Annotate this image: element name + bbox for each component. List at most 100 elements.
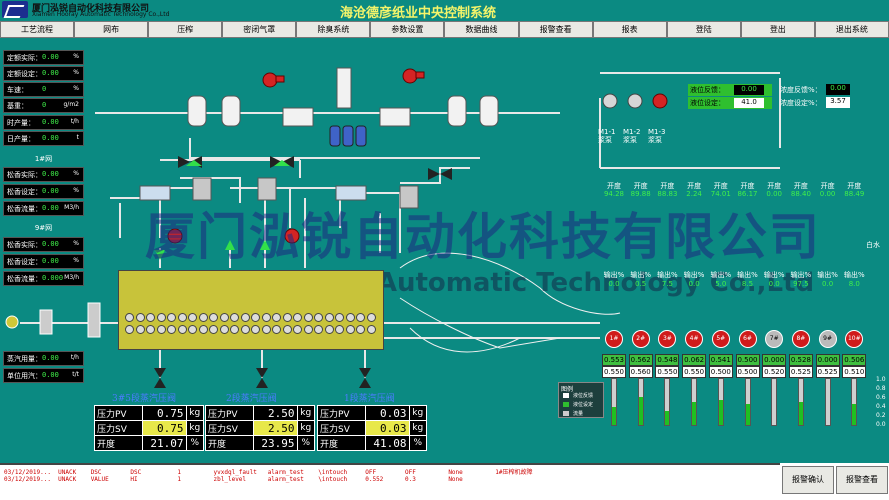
nav-deodor[interactable]: 除臭系统	[296, 21, 371, 38]
drier-roll	[125, 313, 134, 322]
level-bar-fill	[692, 402, 697, 425]
sv-input[interactable]: 0.510	[842, 366, 867, 378]
pv-value: 0.75	[141, 405, 187, 421]
dosing-pump-button[interactable]: 8#	[791, 330, 810, 348]
company-logo	[2, 1, 28, 18]
nav-wire[interactable]: 网布	[74, 21, 149, 38]
level-feedback-label: 液位反馈：	[690, 86, 725, 94]
drier-roll	[177, 325, 187, 334]
sv-input[interactable]: 0.500	[708, 366, 733, 378]
pv-value: 2.50	[252, 405, 298, 421]
scale-label: 0.8	[876, 385, 886, 392]
sv-input[interactable]: 0.550	[682, 366, 707, 378]
nav-reports[interactable]: 报表	[592, 21, 667, 38]
open-label: 开度	[94, 435, 143, 451]
open-value: 89.88	[630, 190, 651, 198]
main-nav: 工艺流程 网布 压榨 密闭气罩 除臭系统 参数设置 数据曲线 报警查看 报表 登…	[0, 21, 889, 38]
scale-label: 0.2	[876, 412, 886, 419]
sv-input[interactable]: 0.03	[364, 420, 410, 436]
open-value: 41.08	[364, 435, 410, 451]
open-value: 0.00	[766, 190, 782, 198]
sv-input[interactable]: 0.520	[762, 366, 787, 378]
sv-input[interactable]: 0.500	[735, 366, 760, 378]
nav-logout[interactable]: 登出	[740, 21, 815, 38]
pressure-table: 压力PV 0.03 kg 压力SV 0.03 kg 开度 41.08%	[317, 405, 428, 451]
dosing-pump-button[interactable]: 4#	[685, 330, 704, 348]
nav-exit[interactable]: 退出系统	[814, 21, 889, 38]
level-bar	[744, 378, 751, 426]
drier-roll	[177, 313, 187, 322]
pv-value: 0.548	[655, 354, 680, 366]
drier-roll	[282, 313, 292, 322]
drier-section	[118, 270, 384, 350]
drier-roll	[135, 325, 145, 334]
output-value: 0.0	[688, 280, 700, 288]
alarm-view-button[interactable]: 报警查看	[836, 466, 888, 494]
nav-params[interactable]: 参数设置	[370, 21, 445, 38]
pv-value: 0.528	[788, 354, 813, 366]
sv-input[interactable]: 0.75	[141, 420, 187, 436]
drier-roll	[125, 325, 134, 334]
drier-roll	[240, 325, 250, 334]
legend-swatch	[563, 411, 569, 416]
pv-value: 0.000	[762, 354, 787, 366]
sv-label: 压力SV	[317, 420, 366, 436]
alarm-list[interactable]: 03/12/2019... UNACK DSC DSC 1 yvxdql_fau…	[0, 463, 780, 500]
sv-input[interactable]: 0.525	[788, 366, 813, 378]
dosing-pump-button[interactable]: 6#	[738, 330, 757, 348]
output-value: 5.0	[715, 280, 727, 288]
nav-login[interactable]: 登陆	[666, 21, 741, 38]
dosing-pump-button[interactable]: 5#	[711, 330, 730, 348]
drier-roll	[335, 325, 344, 334]
drier-roll	[219, 313, 229, 322]
legend-item: 流量	[573, 411, 584, 417]
legend-swatch	[563, 402, 569, 407]
open-value: 21.07	[141, 435, 187, 451]
sv-input[interactable]: 0.525	[815, 366, 840, 378]
alarm-row[interactable]: 03/12/2019... UNACK DSC DSC 1 yvxdql_fau…	[4, 467, 533, 476]
nav-hood[interactable]: 密闭气罩	[222, 21, 297, 38]
nav-trends[interactable]: 数据曲线	[444, 21, 519, 38]
drier-roll	[188, 325, 197, 334]
sv-input[interactable]: 2.50	[252, 420, 298, 436]
scale-label: 0.6	[876, 394, 886, 401]
drier-roll	[251, 313, 260, 322]
pressure-title: 2段蒸汽压阀	[226, 394, 277, 404]
output-value: 0.0	[608, 280, 620, 288]
level-set-input[interactable]: 41.0	[734, 98, 764, 108]
dosing-pump-button[interactable]: 9#	[818, 330, 837, 348]
drier-roll	[345, 325, 355, 334]
open-value: 86.17	[737, 190, 758, 198]
level-bar	[771, 378, 778, 426]
alarm-confirm-button[interactable]: 报警确认	[782, 466, 834, 494]
pv-value: 0.03	[364, 405, 410, 421]
drier-roll	[167, 325, 176, 334]
nav-press[interactable]: 压榨	[148, 21, 223, 38]
drier-roll	[156, 325, 166, 334]
drier-roll	[135, 313, 145, 322]
filters	[329, 125, 367, 147]
level-bar	[851, 378, 858, 426]
drier-roll	[293, 325, 302, 334]
scale-label: 0.0	[876, 421, 886, 428]
unit-label: kg	[296, 420, 316, 436]
alarm-row[interactable]: 03/12/2019... UNACK VALUE HI 1 zbl_level…	[4, 476, 463, 483]
dosing-pump-button[interactable]: 2#	[631, 330, 650, 348]
drier-roll	[272, 325, 281, 334]
drier-roll	[209, 325, 218, 334]
conc-set-input[interactable]: 3.57	[826, 97, 850, 108]
output-value: 7.5	[661, 280, 673, 288]
sv-input[interactable]: 0.550	[655, 366, 680, 378]
sv-input[interactable]: 0.560	[628, 366, 653, 378]
drier-roll	[261, 313, 271, 322]
scale-label: 0.4	[876, 403, 886, 410]
level-bar	[691, 378, 698, 426]
nav-process-flow[interactable]: 工艺流程	[0, 21, 75, 38]
sv-input[interactable]: 0.550	[602, 366, 626, 378]
pv-label: 压力PV	[317, 405, 366, 421]
nav-alarms[interactable]: 报警查看	[518, 21, 593, 38]
dosing-pump-button[interactable]: 1#	[605, 330, 623, 348]
output-value: 8.5	[741, 280, 754, 288]
level-bar	[717, 378, 724, 426]
sv-label: 压力SV	[205, 420, 254, 436]
